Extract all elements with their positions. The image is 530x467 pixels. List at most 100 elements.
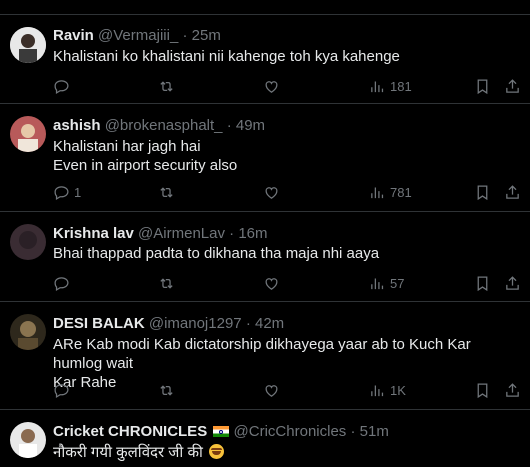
reply-button[interactable] <box>53 273 70 293</box>
handle[interactable]: @brokenasphalt_ <box>105 117 223 134</box>
tweet-header: Krishna lav @AirmenLav · 16m <box>53 225 268 243</box>
tweet-text-line: ARe Kab modi Kab dictatorship dikhayega … <box>53 336 471 372</box>
timestamp[interactable]: 51m <box>360 423 389 440</box>
action-bar: 181 <box>53 76 523 96</box>
tweet-text: Khalistani ko khalistani nii kahenge toh… <box>53 47 523 66</box>
dot-separator: · <box>182 27 188 44</box>
tweet-text-line: Khalistani ko khalistani nii kahenge toh… <box>53 48 400 65</box>
bookmark-icon <box>477 184 488 200</box>
india-flag-icon <box>213 426 230 437</box>
reply-icon <box>54 79 69 94</box>
display-name[interactable]: DESI BALAK <box>53 315 145 332</box>
dot-separator: · <box>229 225 235 242</box>
reply-icon <box>54 276 69 291</box>
tweet-header: DESI BALAK @imanoj1297 · 42m <box>53 315 284 333</box>
views-button[interactable]: 181 <box>369 76 412 96</box>
tweet-item[interactable]: DESI BALAK @imanoj1297 · 42m ARe Kab mod… <box>0 303 530 410</box>
timestamp[interactable]: 42m <box>255 315 284 332</box>
bookmark-icon <box>477 382 488 398</box>
tweet-item[interactable]: Cricket CHRONICLES @CricChronicles · 51m… <box>0 411 530 467</box>
action-bar: 57 <box>53 273 523 293</box>
handle[interactable]: @AirmenLav <box>138 225 225 242</box>
reply-icon <box>54 383 69 398</box>
share-icon <box>506 78 519 93</box>
like-icon <box>265 80 278 93</box>
timestamp[interactable]: 25m <box>192 27 221 44</box>
views-count: 781 <box>390 184 412 200</box>
share-button[interactable] <box>504 380 521 400</box>
dot-separator: · <box>350 423 356 440</box>
retweet-button[interactable] <box>158 182 175 202</box>
tweet-text: Khalistani har jagh hai Even in airport … <box>53 137 523 175</box>
tweet-header: Cricket CHRONICLES @CricChronicles · 51m <box>53 423 389 441</box>
bookmark-button[interactable] <box>474 182 491 202</box>
tweet-text-line: नौकरी गयी कुलविंदर जी की <box>53 443 523 462</box>
tweet-text-line: Even in airport security also <box>53 157 238 174</box>
retweet-button[interactable] <box>158 76 175 96</box>
bookmark-button[interactable] <box>474 76 491 96</box>
tweet-item[interactable]: Krishna lav @AirmenLav · 16m Bhai thappa… <box>0 213 530 302</box>
views-icon <box>371 81 384 92</box>
tweet-text-content: नौकरी गयी कुलविंदर जी की <box>53 444 203 461</box>
retweet-button[interactable] <box>158 273 175 293</box>
like-icon <box>265 186 278 199</box>
share-icon <box>506 275 519 290</box>
display-name[interactable]: ashish <box>53 117 101 134</box>
views-icon <box>371 187 384 198</box>
share-button[interactable] <box>504 273 521 293</box>
action-bar: 1K <box>53 380 523 400</box>
bookmark-icon <box>477 78 488 94</box>
bookmark-button[interactable] <box>474 273 491 293</box>
tweet-item[interactable]: Ravin @Vermajiii_ · 25m Khalistani ko kh… <box>0 15 530 104</box>
display-name[interactable]: Krishna lav <box>53 225 134 242</box>
timestamp[interactable]: 16m <box>238 225 267 242</box>
avatar[interactable] <box>10 116 46 152</box>
share-icon <box>506 184 519 199</box>
avatar[interactable] <box>10 224 46 260</box>
avatar[interactable] <box>10 314 46 350</box>
dot-separator: · <box>245 315 251 332</box>
share-button[interactable] <box>504 182 521 202</box>
avatar[interactable] <box>10 27 46 63</box>
views-button[interactable]: 57 <box>369 273 404 293</box>
handle[interactable]: @imanoj1297 <box>149 315 242 332</box>
retweet-icon <box>160 384 173 396</box>
like-button[interactable] <box>263 182 280 202</box>
reply-button[interactable] <box>53 380 70 400</box>
tweet-item[interactable]: ashish @brokenasphalt_ · 49m Khalistani … <box>0 105 530 212</box>
like-icon <box>265 277 278 290</box>
tweet-text-line: Khalistani har jagh hai <box>53 138 201 155</box>
handle[interactable]: @CricChronicles <box>234 423 347 440</box>
tweet-header: ashish @brokenasphalt_ · 49m <box>53 117 265 135</box>
dot-separator: · <box>226 117 232 134</box>
reply-icon <box>54 185 69 200</box>
views-icon <box>371 385 384 396</box>
laughing-emoji-icon <box>209 444 225 459</box>
tweet-header: Ravin @Vermajiii_ · 25m <box>53 27 221 45</box>
handle[interactable]: @Vermajiii_ <box>98 27 178 44</box>
bookmark-icon <box>477 275 488 291</box>
views-button[interactable]: 781 <box>369 182 412 202</box>
views-icon <box>371 278 384 289</box>
retweet-button[interactable] <box>158 380 175 400</box>
views-count: 1K <box>390 382 406 398</box>
retweet-icon <box>160 186 173 198</box>
reply-count: 1 <box>74 184 82 200</box>
like-button[interactable] <box>263 273 280 293</box>
display-name[interactable]: Ravin <box>53 27 94 44</box>
views-button[interactable]: 1K <box>369 380 406 400</box>
share-icon <box>506 382 519 397</box>
views-count: 57 <box>390 275 405 291</box>
bookmark-button[interactable] <box>474 380 491 400</box>
like-button[interactable] <box>263 76 280 96</box>
retweet-icon <box>160 80 173 92</box>
reply-button[interactable]: 1 <box>53 182 81 202</box>
like-button[interactable] <box>263 380 280 400</box>
tweet-text: नौकरी गयी कुलविंदर जी की <box>53 443 523 462</box>
avatar[interactable] <box>10 422 46 458</box>
share-button[interactable] <box>504 76 521 96</box>
display-name[interactable]: Cricket CHRONICLES <box>53 423 207 440</box>
timestamp[interactable]: 49m <box>236 117 265 134</box>
like-icon <box>265 384 278 397</box>
reply-button[interactable] <box>53 76 70 96</box>
